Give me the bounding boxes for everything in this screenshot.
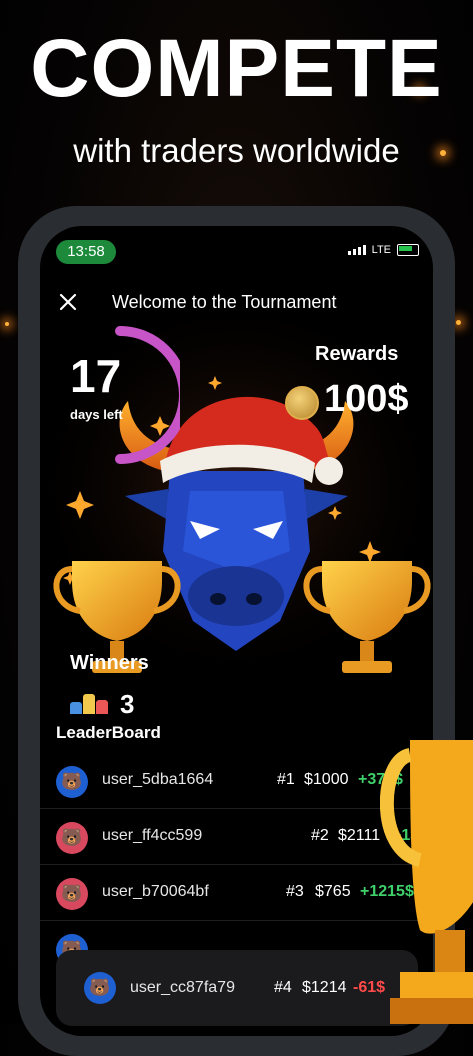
status-icons: LTE: [347, 244, 419, 256]
subheadline: with traders worldwide: [73, 132, 400, 169]
winners-count: 3: [120, 689, 135, 719]
spark-decoration: [456, 320, 461, 325]
rewards-label: Rewards: [315, 343, 399, 365]
podium-icon: [70, 694, 108, 714]
bear-avatar-icon: 🐻: [56, 822, 88, 854]
trophy-icon: [380, 740, 473, 1024]
leaderboard-row[interactable]: 🐻 user_5dba1664 #1 $1000 +372$: [40, 754, 433, 809]
days-left-label: days left: [70, 407, 123, 422]
leaderboard-title: LeaderBoard: [56, 723, 161, 742]
row-rank: #1: [277, 771, 295, 788]
current-user-rank: #4: [274, 979, 292, 996]
row-username: user_5dba1664: [102, 771, 214, 788]
row-amount: $2111: [338, 827, 381, 844]
phone-screen: 13:58 LTE Welcome to the Tournament 17 d…: [40, 226, 433, 1036]
rewards-amount: 100$: [324, 378, 409, 420]
battery-icon: [397, 244, 419, 256]
row-rank: #3: [286, 883, 304, 900]
network-label: LTE: [371, 244, 391, 256]
winners-label: Winners: [70, 652, 149, 674]
headline: COMPETE: [30, 23, 443, 114]
days-left-count: 17: [70, 350, 122, 402]
spark-decoration: [5, 322, 9, 326]
current-user-card[interactable]: 🐻 user_cc87fa79 #4 $1214 -61$: [56, 950, 418, 1026]
coin-icon: [285, 386, 319, 420]
signal-icon: [347, 245, 366, 255]
current-user-amount: $1214: [302, 979, 347, 996]
bear-avatar-icon: 🐻: [84, 972, 116, 1004]
row-amount: $765: [315, 883, 351, 900]
row-username: user_ff4cc599: [102, 827, 203, 844]
leaderboard-row[interactable]: 🐻 user_b70064bf #3 $765 +1215$: [40, 866, 433, 921]
row-amount: $1000: [304, 771, 349, 788]
status-time: 13:58: [56, 240, 116, 264]
current-user-username: user_cc87fa79: [130, 979, 235, 996]
bear-avatar-icon: 🐻: [56, 878, 88, 910]
bear-avatar-icon: 🐻: [56, 766, 88, 798]
row-username: user_b70064bf: [102, 883, 209, 900]
page-title: Welcome to the Tournament: [112, 292, 337, 312]
close-icon[interactable]: [58, 292, 78, 312]
row-rank: #2: [311, 827, 329, 844]
leaderboard-row[interactable]: 🐻 user_ff4cc599 #2 $2111 +1$: [40, 810, 433, 865]
